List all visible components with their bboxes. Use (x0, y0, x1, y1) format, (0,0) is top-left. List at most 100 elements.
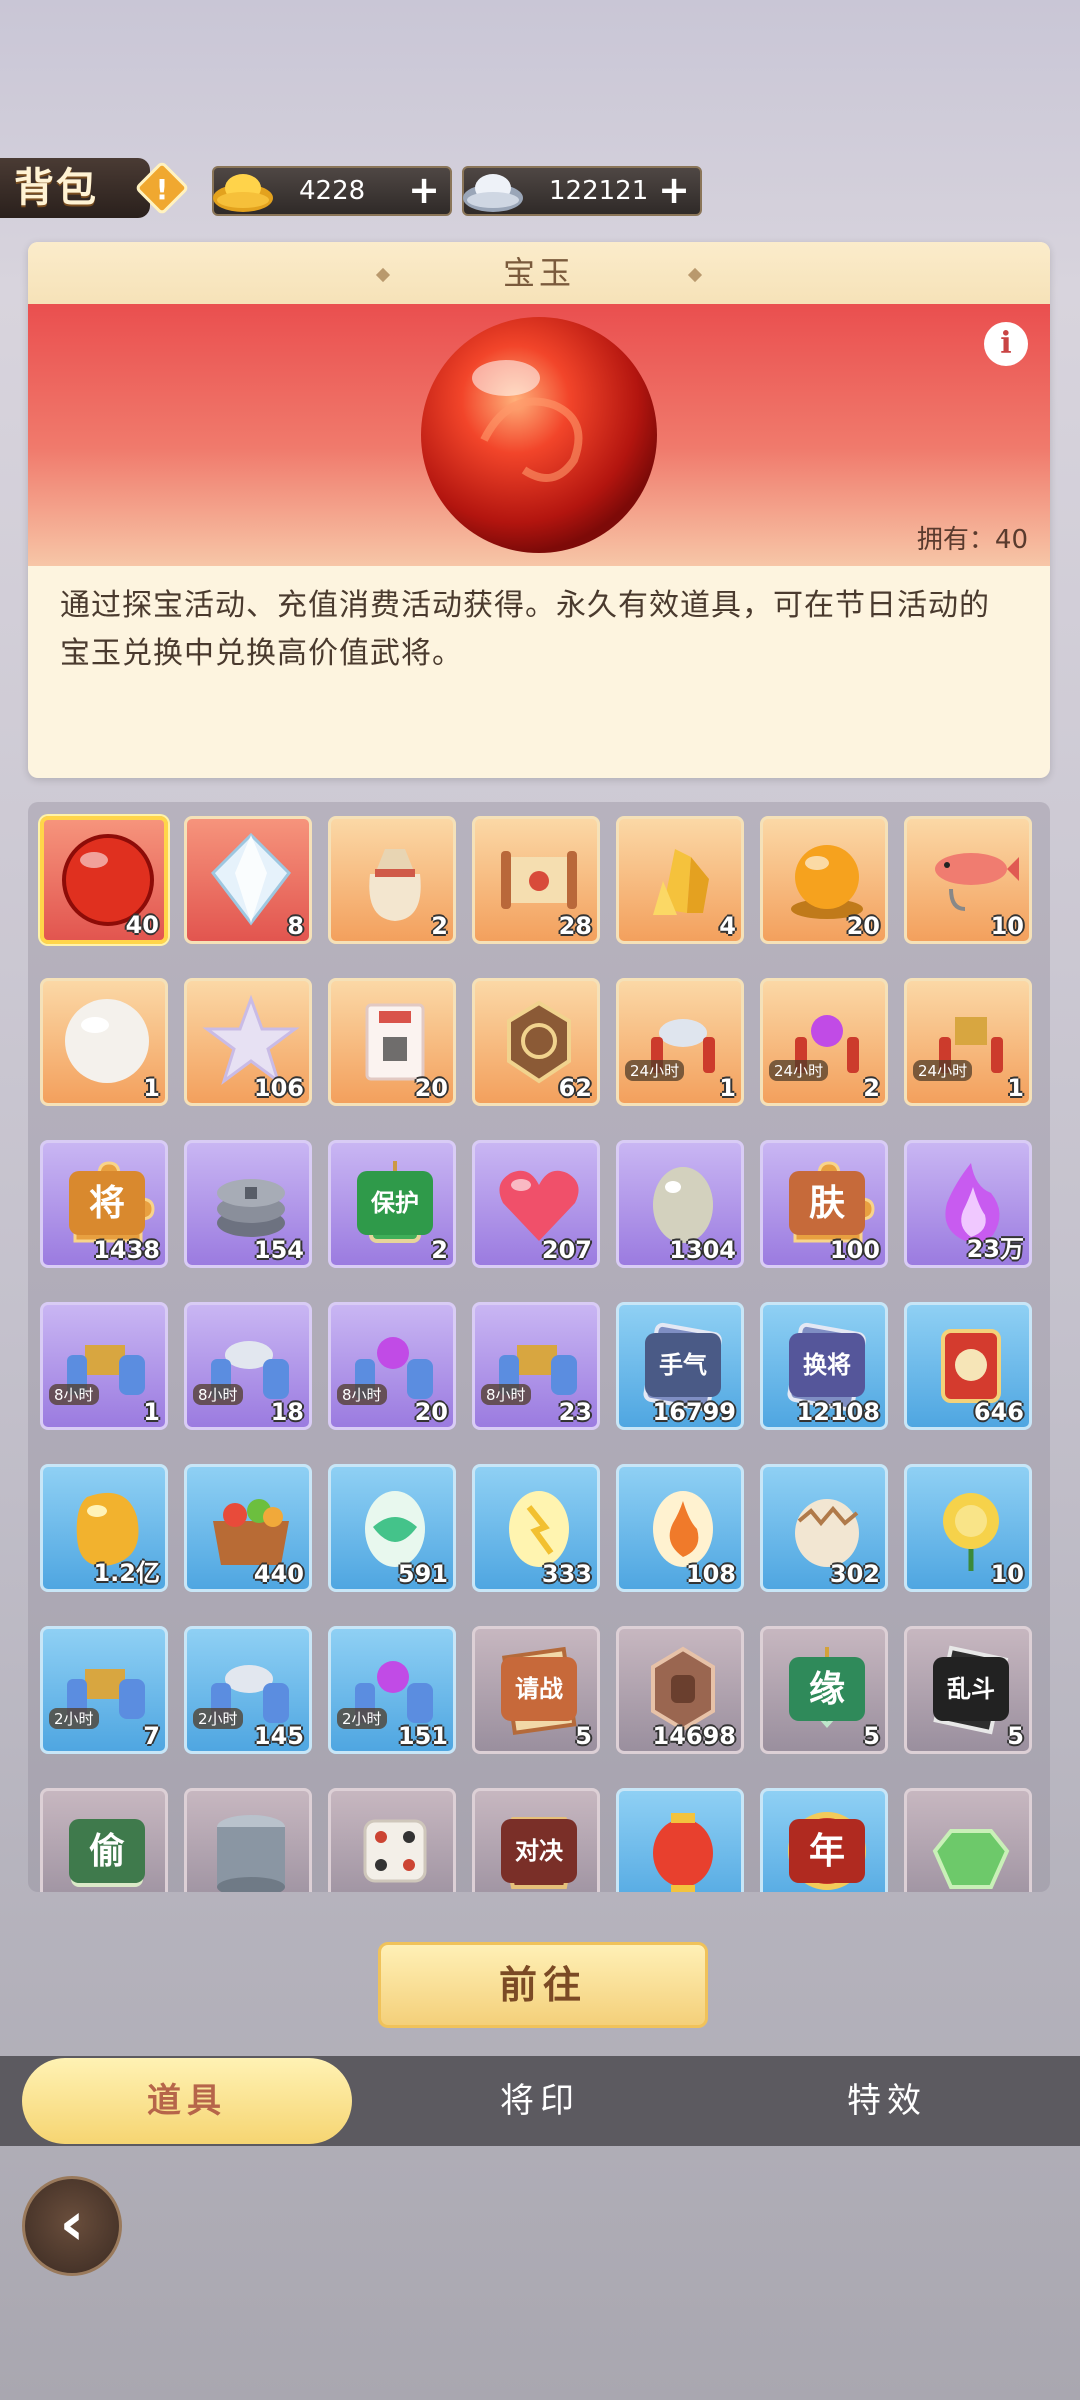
back-button[interactable]: ‹ (22, 2176, 122, 2276)
item-slot[interactable]: 14698 (616, 1626, 744, 1754)
item-slot[interactable]: 1 (40, 978, 168, 1106)
item-count: 333 (541, 1560, 592, 1588)
item-slot[interactable]: 23万 (904, 1140, 1032, 1268)
item-slot[interactable]: 保护 2 (328, 1140, 456, 1268)
item-slot[interactable]: 24小时 1 (616, 978, 744, 1106)
item-slot[interactable]: 154 (184, 1140, 312, 1268)
item-slot[interactable]: 将 1438 (40, 1140, 168, 1268)
top-bar: 背包 ! 4228 + 122121 + (0, 150, 720, 230)
info-icon[interactable]: i (984, 322, 1028, 366)
item-tag-label: 保护 (357, 1171, 433, 1235)
item-tag-label: 对决 (501, 1819, 577, 1883)
item-slot[interactable]: 请战 5 (472, 1626, 600, 1754)
gold-ingot-icon (213, 174, 273, 212)
item-slot[interactable]: 2小时 151 (328, 1626, 456, 1754)
item-slot[interactable]: 207 (472, 1140, 600, 1268)
item-timer: 24小时 (769, 1060, 829, 1081)
item-slot[interactable] (184, 1788, 312, 1892)
item-slot[interactable]: 10 (904, 816, 1032, 944)
item-count: 145 (253, 1722, 304, 1750)
item-timer: 2小时 (337, 1708, 387, 1729)
item-slot[interactable]: 302 (760, 1464, 888, 1592)
inventory-panel: 40 8 2 28 4 20 10 1 106 20 62 24小时 1 24小时 2 24小时 1 将 1438 1… (28, 802, 1050, 1892)
go-button[interactable]: 前往 (378, 1942, 708, 2028)
item-slot[interactable]: 1.2亿 (40, 1464, 168, 1592)
item-slot[interactable]: 缘5 (760, 1626, 888, 1754)
item-slot[interactable]: 8 (184, 816, 312, 944)
tab-seals[interactable]: 将印 (375, 2056, 705, 2146)
item-slot[interactable] (904, 1788, 1032, 1892)
item-slot[interactable]: 20 (760, 816, 888, 944)
item-slot[interactable]: 8小时 20 (328, 1302, 456, 1430)
item-slot[interactable] (616, 1788, 744, 1892)
item-slot[interactable]: 20 (328, 978, 456, 1106)
item-slot[interactable]: 年 (760, 1788, 888, 1892)
item-count: 1 (143, 1398, 160, 1426)
item-slot[interactable]: 乱斗 5 (904, 1626, 1032, 1754)
item-slot[interactable]: 24小时 2 (760, 978, 888, 1106)
item-count: 1304 (669, 1236, 736, 1264)
item-slot[interactable]: 24小时 1 (904, 978, 1032, 1106)
item-count: 440 (253, 1560, 304, 1588)
item-slot[interactable]: 偷 (40, 1788, 168, 1892)
item-count: 154 (253, 1236, 304, 1264)
item-count: 5 (863, 1722, 880, 1750)
item-slot[interactable]: 4 (616, 816, 744, 944)
item-slot[interactable] (328, 1788, 456, 1892)
item-slot[interactable]: 646 (904, 1302, 1032, 1430)
item-count: 23万 (966, 1235, 1024, 1263)
item-slot[interactable]: 2小时 145 (184, 1626, 312, 1754)
item-slot[interactable]: 8小时 1 (40, 1302, 168, 1430)
item-slot[interactable]: 2小时 7 (40, 1626, 168, 1754)
item-count: 302 (829, 1560, 880, 1588)
item-slot[interactable]: 10 (904, 1464, 1032, 1592)
item-slot[interactable]: 62 (472, 978, 600, 1106)
item-slot[interactable]: 8小时 18 (184, 1302, 312, 1430)
item-name: 宝玉 (502, 254, 575, 292)
item-count: 2 (863, 1074, 880, 1102)
item-slot[interactable]: 28 (472, 816, 600, 944)
item-tag-label: 乱斗 (933, 1657, 1009, 1721)
item-slot[interactable]: 换将 12108 (760, 1302, 888, 1430)
item-count: 1 (719, 1074, 736, 1102)
item-slot[interactable]: 40 (40, 816, 168, 944)
silver-ingot-icon (463, 174, 523, 212)
tab-effects[interactable]: 特效 (722, 2056, 1052, 2146)
item-slot[interactable]: 2 (328, 816, 456, 944)
inventory-grid: 40 8 2 28 4 20 10 1 106 20 62 24小时 1 24小时 2 24小时 1 将 1438 1… (40, 816, 1040, 1892)
item-count: 2 (431, 1236, 448, 1264)
pouch-icon (369, 849, 421, 921)
item-tag-label: 肤 (789, 1171, 865, 1235)
item-tag-label: 偷 (69, 1819, 145, 1883)
item-count: 20 (414, 1074, 448, 1102)
tab-items[interactable]: 道具 (22, 2058, 352, 2144)
item-tag-label: 将 (69, 1171, 145, 1235)
item-slot[interactable]: 591 (328, 1464, 456, 1592)
warning-icon[interactable]: ! (132, 158, 192, 218)
item-tag-label: 年 (789, 1819, 865, 1883)
item-slot[interactable]: 333 (472, 1464, 600, 1592)
item-timer: 2小时 (193, 1708, 243, 1729)
item-count: 5 (575, 1722, 592, 1750)
add-gold-button[interactable]: + (408, 170, 440, 210)
item-slot[interactable]: 对决 (472, 1788, 600, 1892)
item-slot[interactable]: 106 (184, 978, 312, 1106)
pearl-icon (65, 999, 149, 1083)
item-timer: 24小时 (913, 1060, 973, 1081)
item-slot[interactable]: 肤 100 (760, 1140, 888, 1268)
item-slot[interactable]: 手气 16799 (616, 1302, 744, 1430)
item-slot[interactable]: 108 (616, 1464, 744, 1592)
item-count: 1.2亿 (93, 1559, 160, 1587)
item-count: 28 (558, 912, 592, 940)
item-count: 62 (558, 1074, 592, 1102)
item-slot[interactable]: 8小时 23 (472, 1302, 600, 1430)
item-count: 646 (973, 1398, 1024, 1426)
green-gem-icon (932, 1829, 1010, 1889)
item-count: 5 (1007, 1722, 1024, 1750)
item-slot[interactable]: 1304 (616, 1140, 744, 1268)
red-orb-icon (421, 317, 657, 553)
item-count: 106 (253, 1074, 304, 1102)
item-banner: i 拥有：40 (28, 304, 1050, 566)
add-silver-button[interactable]: + (658, 170, 690, 210)
item-slot[interactable]: 440 (184, 1464, 312, 1592)
